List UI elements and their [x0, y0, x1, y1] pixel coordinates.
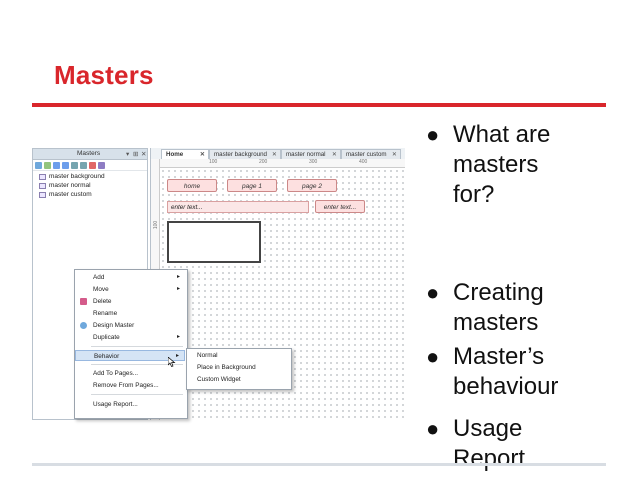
context-menu: Add ▸ Move ▸ Delete Rename Design Master D… [74, 269, 188, 419]
title-underline [32, 103, 606, 107]
tab-home[interactable]: Home ✕ [161, 149, 209, 159]
bullet-item: ● Master’s behaviour [426, 343, 559, 400]
panel-close-icon[interactable]: ✕ [141, 150, 146, 158]
menu-item-label: Delete [93, 298, 112, 305]
add-folder-icon[interactable] [44, 161, 51, 169]
menu-item-usage-report[interactable]: Usage Report... [75, 399, 185, 410]
tab-label: master custom [346, 151, 387, 158]
master-item-label: master custom [49, 191, 92, 198]
submenu-arrow-icon: ▸ [176, 334, 180, 340]
menu-item-label: Move [93, 286, 109, 293]
menu-item-label: Add To Pages... [93, 370, 139, 377]
master-item[interactable]: master custom [39, 191, 92, 198]
masters-toolbar [33, 160, 147, 171]
indent-icon[interactable] [71, 161, 78, 169]
master-item[interactable]: master background [39, 173, 105, 180]
submenu-item-custom-widget[interactable]: Custom Widget [197, 376, 241, 383]
move-up-icon[interactable] [53, 161, 60, 169]
menu-item-design-master[interactable]: Design Master [75, 320, 185, 331]
widget-home-button[interactable]: home [167, 179, 217, 192]
app-screenshot: Masters ▾ ⊞ ✕ master background master n… [32, 148, 405, 420]
tab-label: master normal [286, 151, 326, 158]
menu-separator [91, 394, 183, 395]
outdent-icon[interactable] [80, 161, 87, 169]
master-item[interactable]: master normal [39, 182, 91, 189]
menu-item-label: Design Master [93, 322, 135, 329]
move-down-icon[interactable] [62, 161, 69, 169]
menu-item-label: Add [93, 274, 105, 281]
mouse-cursor-icon [168, 357, 176, 367]
bullet-text: Creating masters [453, 279, 544, 336]
menu-separator [91, 346, 183, 347]
menu-item-label: Rename [93, 310, 118, 317]
masters-panel-header: Masters ▾ ⊞ ✕ [33, 149, 147, 160]
menu-item-label: Remove From Pages... [93, 382, 159, 389]
tab-master-normal[interactable]: master normal ✕ [281, 149, 341, 159]
bottom-rule [32, 463, 606, 466]
widget-page2-button[interactable]: page 2 [287, 179, 337, 192]
master-item-label: master normal [49, 182, 91, 189]
widget-page1-button[interactable]: page 1 [227, 179, 277, 192]
master-page-icon [39, 191, 46, 198]
submenu-item-normal[interactable]: Normal [197, 352, 218, 359]
widget-rectangle[interactable] [167, 221, 261, 263]
ruler-label: 400 [359, 159, 368, 165]
submenu-arrow-icon: ▸ [175, 353, 179, 359]
master-item-label: master background [49, 173, 105, 180]
ruler-label: 100 [209, 159, 218, 165]
menu-item-label: Usage Report... [93, 401, 138, 408]
ruler-label: 100 [153, 220, 160, 230]
menu-item-duplicate[interactable]: Duplicate ▸ [75, 332, 185, 343]
ruler-label: 200 [259, 159, 268, 165]
submenu-arrow-icon: ▸ [176, 286, 180, 292]
menu-item-delete[interactable]: Delete [75, 296, 185, 307]
tab-master-background[interactable]: master background ✕ [209, 149, 281, 159]
master-page-icon [39, 173, 46, 180]
panel-menu-icon[interactable]: ▾ [126, 150, 129, 158]
behavior-submenu: Normal Place in Background Custom Widget [186, 348, 292, 390]
delete-icon[interactable] [89, 161, 96, 169]
menu-item-add[interactable]: Add ▸ [75, 272, 185, 283]
tab-label: Home [166, 151, 184, 158]
menu-item-label: Behavior [94, 353, 120, 360]
masters-panel-title: Masters [77, 150, 101, 157]
panel-dock-icon[interactable]: ⊞ [133, 150, 138, 158]
design-icon [80, 322, 87, 329]
widget-small-text-field[interactable]: enter text... [315, 200, 365, 213]
bullet-item: ● What are masters for? [426, 121, 551, 208]
add-master-icon[interactable] [35, 161, 42, 169]
delete-icon [80, 298, 87, 305]
submenu-arrow-icon: ▸ [176, 274, 180, 280]
widget-text-field[interactable]: enter text... [167, 201, 309, 213]
bullet-text: What are masters for? [453, 121, 551, 208]
bullet-item: ● Creating masters [426, 279, 544, 336]
horizontal-ruler: 100 200 300 400 [159, 159, 405, 168]
submenu-item-place-in-background[interactable]: Place in Background [197, 364, 256, 371]
tab-label: master background [214, 151, 267, 158]
slide-title: Masters [54, 60, 154, 90]
menu-item-remove-from-pages[interactable]: Remove From Pages... [75, 380, 185, 391]
menu-item-rename[interactable]: Rename [75, 308, 185, 319]
bullet-text: Master’s behaviour [453, 343, 559, 400]
ruler-label: 300 [309, 159, 318, 165]
master-page-icon [39, 182, 46, 189]
tab-master-custom[interactable]: master custom ✕ [341, 149, 401, 159]
search-icon[interactable] [98, 161, 105, 169]
menu-item-add-to-pages[interactable]: Add To Pages... [75, 368, 185, 379]
menu-item-move[interactable]: Move ▸ [75, 284, 185, 295]
menu-item-label: Duplicate [93, 334, 120, 341]
